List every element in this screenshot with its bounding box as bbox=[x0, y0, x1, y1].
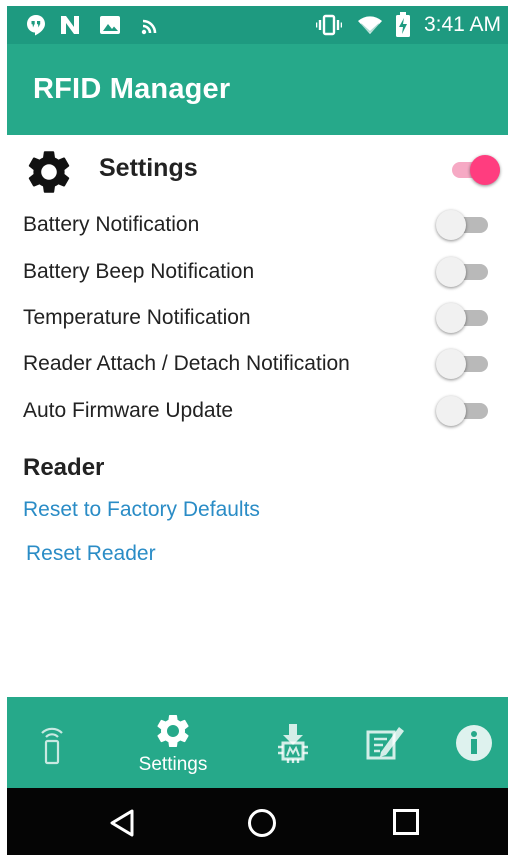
setting-label: Auto Firmware Update bbox=[23, 399, 234, 422]
n-icon bbox=[61, 16, 79, 34]
auto-firmware-update-toggle[interactable] bbox=[436, 393, 488, 427]
screen: 3:41 AM RFID Manager Settings Battery No… bbox=[7, 6, 508, 855]
nav-item-settings-label: Settings bbox=[138, 754, 208, 775]
recents-icon[interactable] bbox=[392, 808, 420, 836]
bottom-navigation: Settings bbox=[7, 697, 508, 788]
battery-charging-icon bbox=[396, 12, 410, 37]
setting-label: Battery Beep Notification bbox=[23, 260, 255, 283]
toggle-thumb bbox=[436, 210, 466, 240]
settings-header: Settings bbox=[7, 142, 508, 202]
setting-row-temperature-notification: Temperature Notification bbox=[7, 294, 508, 340]
setting-label: Reader Attach / Detach Notification bbox=[23, 352, 350, 375]
settings-master-toggle[interactable] bbox=[448, 152, 500, 186]
toggle-thumb bbox=[470, 155, 500, 185]
gear-icon bbox=[157, 715, 189, 747]
firmware-download-icon bbox=[278, 724, 308, 763]
setting-row-battery-notification: Battery Notification bbox=[7, 201, 508, 247]
settings-title: Settings bbox=[99, 154, 198, 182]
system-navigation-bar bbox=[7, 788, 508, 855]
battery-notification-toggle[interactable] bbox=[436, 207, 488, 241]
image-icon bbox=[100, 16, 120, 34]
setting-row-battery-beep-notification: Battery Beep Notification bbox=[7, 248, 508, 294]
reset-to-factory-defaults-link[interactable]: Reset to Factory Defaults bbox=[23, 498, 260, 522]
hangouts-icon bbox=[27, 15, 45, 36]
rfid-reader-icon bbox=[41, 727, 63, 765]
clock: 3:41 AM bbox=[423, 13, 501, 36]
nav-item-settings[interactable]: Settings bbox=[123, 697, 223, 788]
setting-label: Temperature Notification bbox=[23, 306, 251, 329]
battery-beep-notification-toggle[interactable] bbox=[436, 254, 488, 288]
toggle-thumb bbox=[436, 257, 466, 287]
toggle-thumb bbox=[436, 303, 466, 333]
app-bar: RFID Manager bbox=[7, 44, 508, 135]
cast-icon bbox=[141, 19, 157, 35]
wifi-icon bbox=[358, 16, 382, 34]
setting-label: Battery Notification bbox=[23, 213, 200, 236]
toggle-thumb bbox=[436, 396, 466, 426]
edit-icon bbox=[366, 727, 404, 760]
info-icon bbox=[456, 725, 492, 761]
toggle-thumb bbox=[436, 349, 466, 379]
reader-section-title: Reader bbox=[23, 454, 105, 481]
setting-row-reader-attach-detach-notification: Reader Attach / Detach Notification bbox=[7, 340, 508, 386]
nav-item-info[interactable] bbox=[443, 697, 507, 788]
nav-item-edit[interactable] bbox=[353, 697, 417, 788]
app-title: RFID Manager bbox=[33, 73, 231, 105]
nav-item-rfid-reader[interactable] bbox=[17, 697, 87, 788]
status-bar: 3:41 AM bbox=[7, 6, 508, 44]
vibrate-icon bbox=[316, 14, 342, 36]
gear-icon bbox=[28, 151, 70, 193]
home-icon[interactable] bbox=[247, 808, 277, 838]
reset-reader-link[interactable]: Reset Reader bbox=[26, 542, 156, 566]
back-icon[interactable] bbox=[108, 808, 136, 838]
reader-attach-detach-notification-toggle[interactable] bbox=[436, 346, 488, 380]
setting-row-auto-firmware-update: Auto Firmware Update bbox=[7, 387, 508, 433]
temperature-notification-toggle[interactable] bbox=[436, 300, 488, 334]
nav-item-firmware[interactable] bbox=[263, 697, 327, 788]
